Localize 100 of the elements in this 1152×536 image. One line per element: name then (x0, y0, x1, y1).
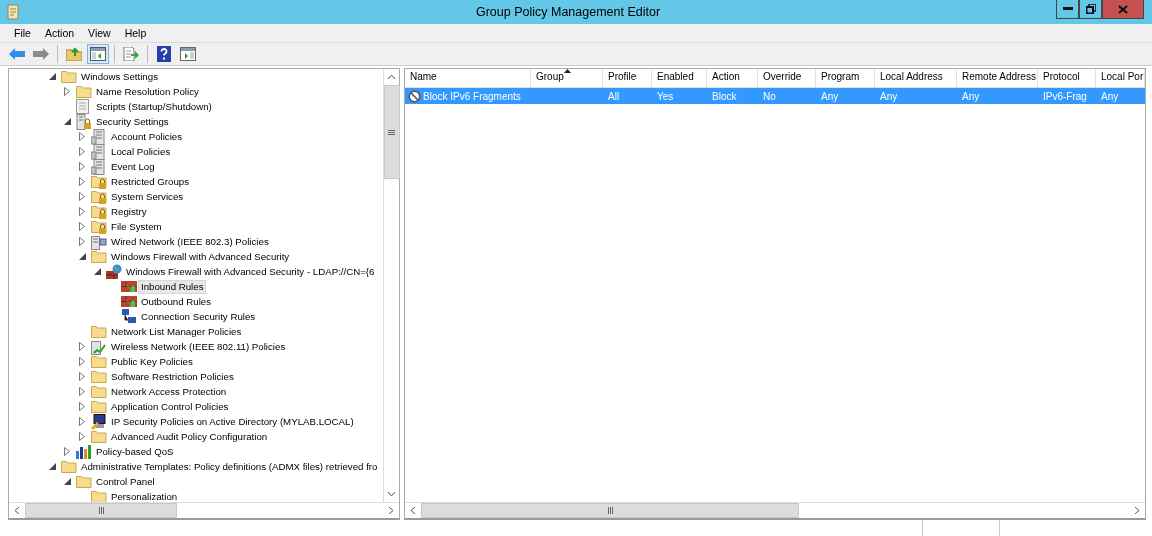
tree-item[interactable]: File System (108, 219, 165, 234)
brick-wall-arrow-icon (121, 280, 137, 293)
column-header[interactable]: Program (816, 69, 875, 87)
tree-item[interactable]: Security Settings (93, 114, 172, 129)
tree-item[interactable]: System Services (108, 189, 187, 204)
tree-item[interactable]: Windows Settings (78, 69, 161, 84)
collapsed-arrow-icon[interactable] (79, 387, 85, 396)
column-header[interactable]: Action (707, 69, 758, 87)
folder-icon (91, 355, 107, 368)
collapsed-arrow-icon[interactable] (79, 147, 85, 156)
tree-item[interactable]: Local Policies (108, 144, 174, 159)
restore-icon[interactable] (1085, 4, 1096, 14)
collapsed-arrow-icon[interactable] (79, 357, 85, 366)
horizontal-scrollbar[interactable] (405, 502, 1145, 518)
tree-item[interactable]: Scripts (Startup/Shutdown) (93, 99, 215, 114)
network-server-icon (91, 233, 107, 250)
expanded-arrow-icon[interactable] (79, 253, 86, 260)
collapsed-arrow-icon[interactable] (79, 192, 85, 201)
column-header[interactable]: Enabled (652, 69, 707, 87)
folder-icon (91, 325, 107, 338)
menu-item[interactable]: Action (38, 27, 81, 39)
table-cell-text: Any (820, 90, 840, 102)
collapsed-arrow-icon[interactable] (79, 432, 85, 441)
tree-item[interactable]: Account Policies (108, 129, 186, 144)
wireless-server-icon (91, 338, 107, 355)
column-header[interactable]: Remote Address (957, 69, 1038, 87)
minimize-button[interactable] (1056, 0, 1079, 19)
toolbar-button[interactable] (177, 44, 199, 64)
menu-item[interactable]: Help (118, 27, 153, 39)
collapsed-arrow-icon[interactable] (79, 207, 85, 216)
expanded-arrow-icon[interactable] (64, 118, 71, 125)
collapsed-arrow-icon[interactable] (79, 237, 85, 246)
menu-item[interactable]: File (8, 27, 37, 39)
collapsed-arrow-icon[interactable] (79, 222, 85, 231)
tree-item[interactable]: Network Access Protection (108, 384, 230, 399)
locked-folder-icon (91, 219, 107, 234)
tree-item[interactable]: Wireless Network (IEEE 802.11) Policies (108, 339, 289, 354)
scroll-right-icon[interactable] (388, 506, 394, 515)
expanded-arrow-icon[interactable] (49, 463, 56, 470)
scrollbar-thumb[interactable] (25, 503, 177, 518)
collapsed-arrow-icon[interactable] (79, 342, 85, 351)
column-header[interactable]: Name (405, 69, 531, 87)
column-header[interactable]: Profile (603, 69, 652, 87)
column-header[interactable]: Group (531, 69, 603, 87)
tree-item[interactable]: Administrative Templates: Policy definitions (ADMX files) retrieved fro (78, 459, 381, 474)
scroll-left-icon[interactable] (410, 506, 416, 515)
close-button[interactable] (1102, 0, 1144, 19)
tree-item[interactable]: Advanced Audit Policy Configuration (108, 429, 271, 444)
toolbar-button[interactable] (120, 44, 142, 64)
server-icon (91, 128, 105, 145)
restore-button[interactable] (1079, 0, 1102, 19)
scroll-up-icon[interactable] (387, 74, 396, 80)
toolbar-button[interactable] (87, 44, 109, 64)
scrollbar-thumb[interactable] (383, 85, 400, 179)
collapsed-arrow-icon[interactable] (64, 87, 70, 96)
column-header[interactable]: Override (758, 69, 816, 87)
tree-item[interactable]: Control Panel (93, 474, 158, 489)
tree-item[interactable]: Restricted Groups (108, 174, 193, 189)
tree-item[interactable]: Windows Firewall with Advanced Security (108, 249, 293, 264)
expanded-arrow-icon[interactable] (94, 268, 101, 275)
folder-icon (61, 70, 77, 83)
column-header[interactable]: Protocol (1038, 69, 1096, 87)
tree-item[interactable]: Policy-based QoS (93, 444, 177, 459)
tree-item[interactable]: Public Key Policies (108, 354, 196, 369)
tree-item[interactable]: Inbound Rules (138, 279, 207, 294)
tree-item[interactable]: Wired Network (IEEE 802.3) Policies (108, 234, 272, 249)
tree-item[interactable]: Event Log (108, 159, 158, 174)
tree-item[interactable]: Outbound Rules (138, 294, 214, 309)
scroll-left-icon[interactable] (14, 506, 20, 515)
collapsed-arrow-icon[interactable] (79, 417, 85, 426)
tree-item[interactable]: Personalization (108, 489, 181, 502)
collapsed-arrow-icon[interactable] (64, 447, 70, 456)
scrollbar-thumb[interactable] (421, 503, 799, 518)
tree-item[interactable]: IP Security Policies on Active Directory (MYLAB.LOCAL) (108, 414, 357, 429)
tree-item[interactable]: Name Resolution Policy (93, 84, 202, 99)
vertical-scrollbar[interactable] (383, 69, 399, 502)
tree-item[interactable]: Registry (108, 204, 150, 219)
collapsed-arrow-icon[interactable] (79, 132, 85, 141)
tree-item[interactable]: Connection Security Rules (138, 309, 259, 324)
collapsed-arrow-icon[interactable] (79, 162, 85, 171)
column-header[interactable]: Local Por (1096, 69, 1145, 87)
collapsed-arrow-icon[interactable] (79, 402, 85, 411)
table-cell: Block IPv6 Fragments (423, 90, 521, 102)
horizontal-scrollbar[interactable] (9, 502, 399, 518)
tree-item[interactable]: Network List Manager Policies (108, 324, 245, 339)
scroll-down-icon[interactable] (387, 491, 396, 497)
collapsed-arrow-icon[interactable] (79, 372, 85, 381)
expanded-arrow-icon[interactable] (49, 73, 56, 80)
collapsed-arrow-icon[interactable] (79, 177, 85, 186)
tree-item[interactable]: Windows Firewall with Advanced Security - LDAP://CN={6 (123, 264, 378, 279)
locked-folder-icon (91, 174, 107, 189)
folder-icon (61, 460, 77, 473)
tree-item[interactable]: Application Control Policies (108, 399, 232, 414)
tree-item[interactable]: Software Restriction Policies (108, 369, 237, 384)
minimize-icon[interactable] (1062, 7, 1073, 11)
menu-item[interactable]: View (82, 27, 117, 39)
column-header[interactable]: Local Address (875, 69, 957, 87)
scroll-right-icon[interactable] (1134, 506, 1140, 515)
expanded-arrow-icon[interactable] (64, 478, 71, 485)
close-icon[interactable] (1118, 4, 1128, 14)
